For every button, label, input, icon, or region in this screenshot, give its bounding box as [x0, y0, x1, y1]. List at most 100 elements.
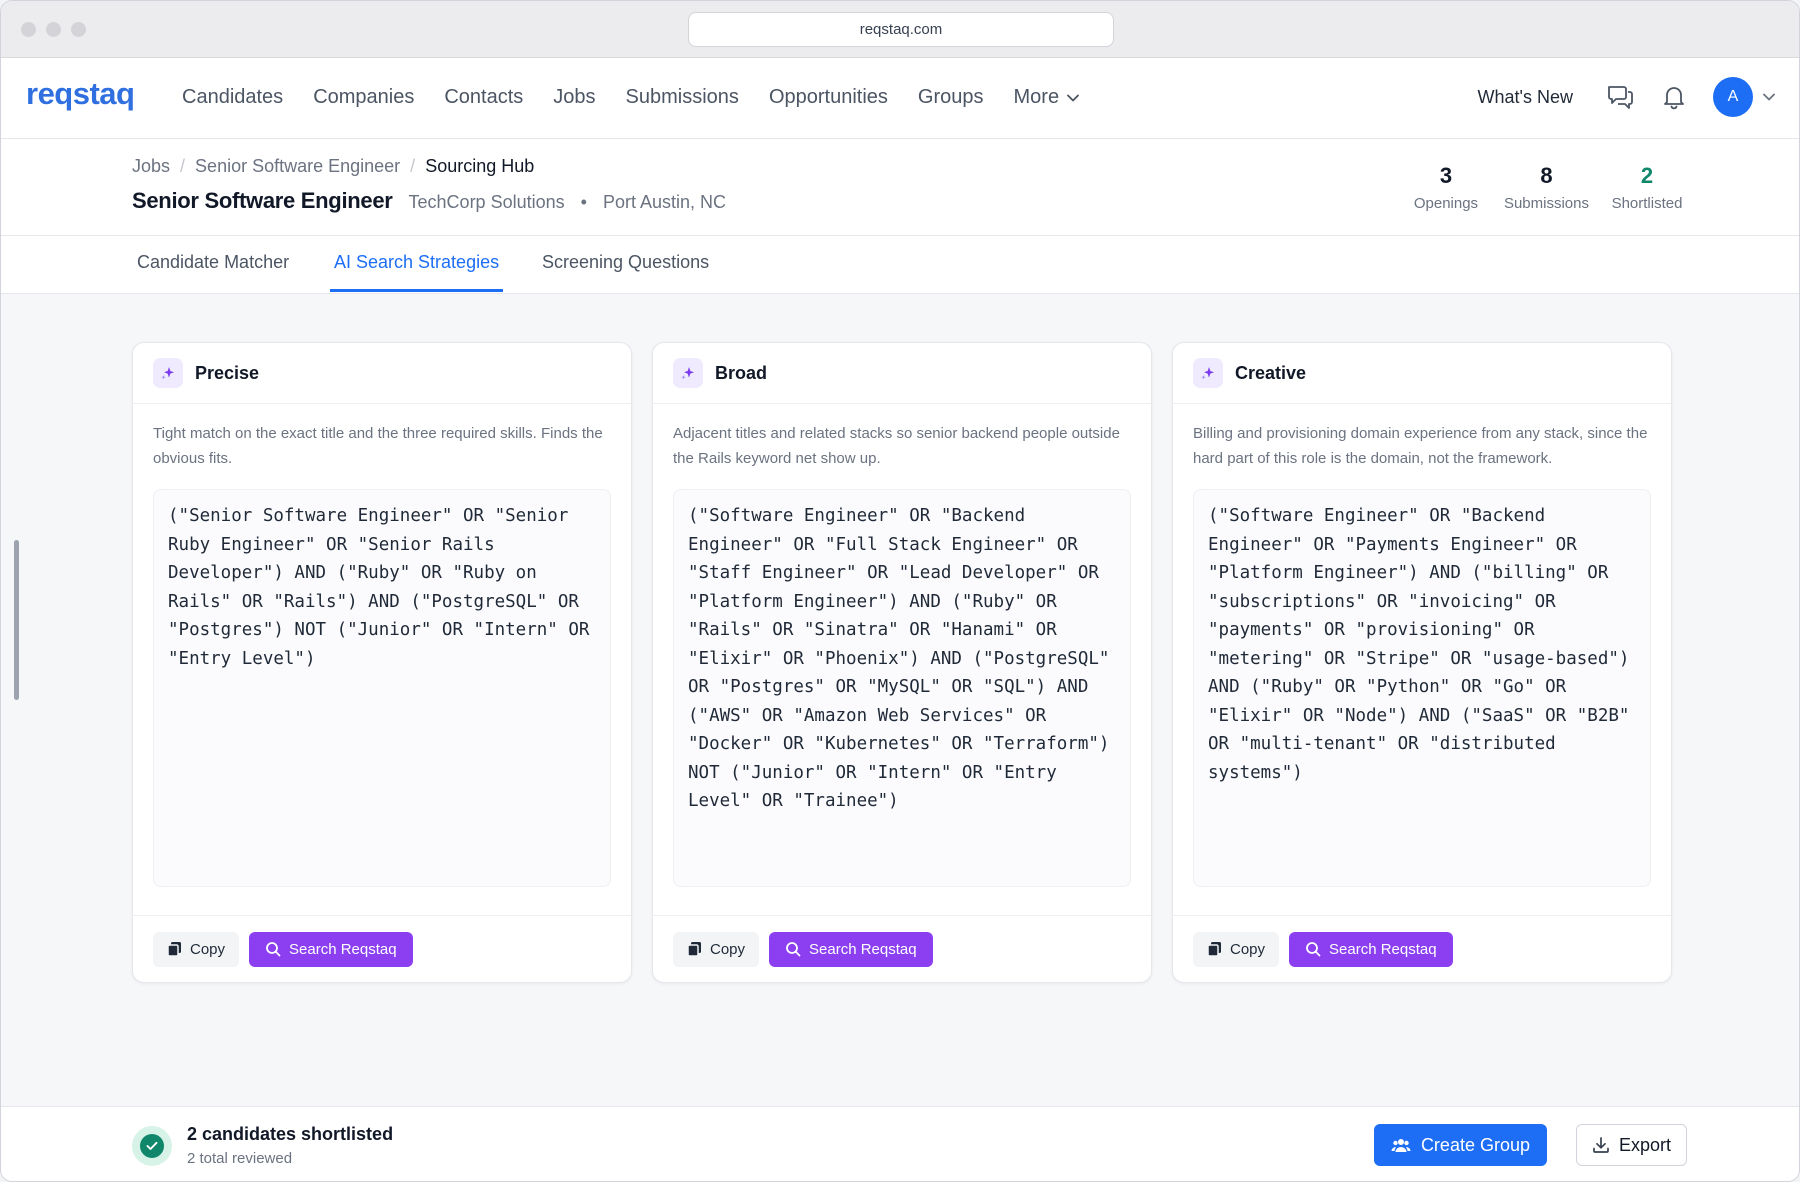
breadcrumb: Jobs / Senior Software Engineer / Sourci…	[132, 156, 534, 177]
stat-label: Shortlisted	[1611, 195, 1683, 212]
tab-candidate-matcher[interactable]: Candidate Matcher	[133, 252, 293, 289]
user-menu[interactable]: A	[1713, 77, 1775, 117]
copy-label: Copy	[1230, 940, 1266, 958]
breadcrumb-jobs[interactable]: Jobs	[132, 156, 170, 177]
job-title-row: Senior Software Engineer TechCorp Soluti…	[132, 188, 726, 214]
search-icon	[786, 942, 801, 957]
bullet-separator: •	[580, 192, 587, 212]
export-button[interactable]: Export	[1575, 1124, 1687, 1166]
side-scroll-handle[interactable]	[14, 540, 19, 700]
breadcrumb-separator: /	[180, 156, 186, 176]
card-header: Broad	[653, 343, 1151, 404]
tab-ai-search-strategies[interactable]: AI Search Strategies	[330, 252, 504, 292]
card-description: Billing and provisioning domain experien…	[1193, 425, 1648, 467]
card-header: Precise	[133, 343, 631, 404]
stat-label: Submissions	[1503, 195, 1589, 212]
boolean-query[interactable]: ("Software Engineer" OR "Backend Enginee…	[673, 489, 1131, 887]
nav-companies[interactable]: Companies	[313, 86, 414, 109]
card-footer: Copy Search Reqstaq	[133, 915, 631, 982]
chevron-down-icon	[1067, 94, 1079, 101]
search-label: Search Reqstaq	[809, 940, 917, 958]
search-reqstaq-button[interactable]: Search Reqstaq	[1289, 931, 1453, 967]
breadcrumb-current: Sourcing Hub	[425, 156, 535, 176]
boolean-query[interactable]: ("Software Engineer" OR "Backend Enginee…	[1193, 489, 1651, 887]
card-footer: Copy Search Reqstaq	[1173, 915, 1671, 982]
main-nav: Candidates Companies Contacts Jobs Submi…	[182, 86, 1079, 109]
nav-candidates[interactable]: Candidates	[182, 86, 283, 109]
copy-label: Copy	[710, 940, 746, 958]
breadcrumb-job[interactable]: Senior Software Engineer	[195, 156, 400, 177]
nav-more-label: More	[1013, 86, 1060, 108]
sparkle-icon	[1193, 358, 1223, 388]
browser-chrome: reqstaq.com	[1, 1, 1799, 58]
download-icon	[1593, 1137, 1609, 1153]
nav-jobs[interactable]: Jobs	[553, 86, 595, 109]
copy-icon	[167, 942, 181, 957]
nav-groups[interactable]: Groups	[918, 86, 984, 109]
tab-bar: Candidate Matcher AI Search Strategies S…	[1, 236, 1799, 294]
stat-value: 2	[1640, 163, 1654, 188]
shortlist-title: 2 candidates shortlisted	[187, 1124, 394, 1144]
job-stats: 3 Openings 8 Submissions 2 Shortlisted	[1408, 163, 1685, 212]
search-label: Search Reqstaq	[289, 940, 397, 958]
close-window-dot[interactable]	[21, 22, 36, 37]
whats-new-link[interactable]: What's New	[1478, 87, 1573, 108]
card-title: Creative	[1235, 362, 1307, 383]
create-group-button[interactable]: Create Group	[1373, 1124, 1547, 1166]
search-icon	[266, 942, 281, 957]
copy-button[interactable]: Copy	[153, 931, 240, 967]
stat-submissions: 8 Submissions	[1504, 163, 1589, 212]
boolean-query[interactable]: ("Senior Software Engineer" OR "Senior R…	[153, 489, 611, 887]
card-title: Broad	[715, 362, 768, 383]
search-reqstaq-button[interactable]: Search Reqstaq	[249, 931, 413, 967]
export-label: Export	[1618, 1134, 1671, 1155]
stat-label: Openings	[1413, 195, 1479, 212]
stat-value: 3	[1439, 163, 1453, 188]
tab-screening-questions[interactable]: Screening Questions	[538, 252, 713, 289]
check-circle-icon	[140, 1134, 164, 1158]
stat-shortlisted: 2 Shortlisted	[1609, 163, 1685, 212]
shortlist-bar: 2 candidates shortlisted 2 total reviewe…	[1, 1106, 1799, 1181]
reqstaq-logo[interactable]: reqstaq	[26, 76, 135, 112]
strategy-card-creative: Creative Billing and provisioning domain…	[1172, 342, 1672, 983]
strategy-cards: Precise Tight match on the exact title a…	[132, 342, 1672, 983]
stat-value: 8	[1540, 163, 1553, 188]
nav-submissions[interactable]: Submissions	[626, 86, 739, 109]
nav-more-dropdown[interactable]: More	[1014, 86, 1080, 109]
search-icon	[1306, 942, 1321, 957]
page-title: Senior Software Engineer	[132, 188, 393, 213]
breadcrumb-separator: /	[410, 156, 416, 176]
success-badge	[132, 1126, 172, 1166]
stat-openings: 3 Openings	[1408, 163, 1484, 212]
chevron-down-icon	[1763, 93, 1775, 101]
messages-icon[interactable]	[1605, 82, 1635, 112]
card-description: Tight match on the exact title and the t…	[153, 425, 603, 467]
card-header: Creative	[1173, 343, 1671, 404]
search-label: Search Reqstaq	[1329, 940, 1437, 958]
strategy-card-broad: Broad Adjacent titles and related stacks…	[652, 342, 1152, 983]
company-name[interactable]: TechCorp Solutions	[409, 192, 565, 213]
window-controls	[21, 22, 86, 37]
nav-opportunities[interactable]: Opportunities	[769, 86, 888, 109]
copy-button[interactable]: Copy	[1193, 931, 1280, 967]
copy-button[interactable]: Copy	[673, 931, 760, 967]
users-icon	[1391, 1139, 1411, 1152]
maximize-window-dot[interactable]	[71, 22, 86, 37]
shortlist-subtitle: 2 total reviewed	[187, 1150, 293, 1167]
card-footer: Copy Search Reqstaq	[653, 915, 1151, 982]
copy-icon	[687, 942, 701, 957]
notifications-bell-icon[interactable]	[1659, 82, 1689, 112]
app-navbar: reqstaq Candidates Companies Contacts Jo…	[1, 58, 1799, 139]
nav-right: What's New A	[1478, 77, 1775, 117]
copy-label: Copy	[190, 940, 226, 958]
search-reqstaq-button[interactable]: Search Reqstaq	[769, 931, 933, 967]
job-location: Port Austin, NC	[602, 192, 726, 212]
create-group-label: Create Group	[1420, 1134, 1530, 1155]
address-bar[interactable]: reqstaq.com	[688, 12, 1114, 47]
sparkle-icon	[673, 358, 703, 388]
minimize-window-dot[interactable]	[46, 22, 61, 37]
nav-contacts[interactable]: Contacts	[444, 86, 523, 109]
browser-window: reqstaq.com reqstaq Candidates Companies…	[0, 0, 1800, 1182]
card-description: Adjacent titles and related stacks so se…	[673, 425, 1120, 467]
sparkle-icon	[153, 358, 183, 388]
